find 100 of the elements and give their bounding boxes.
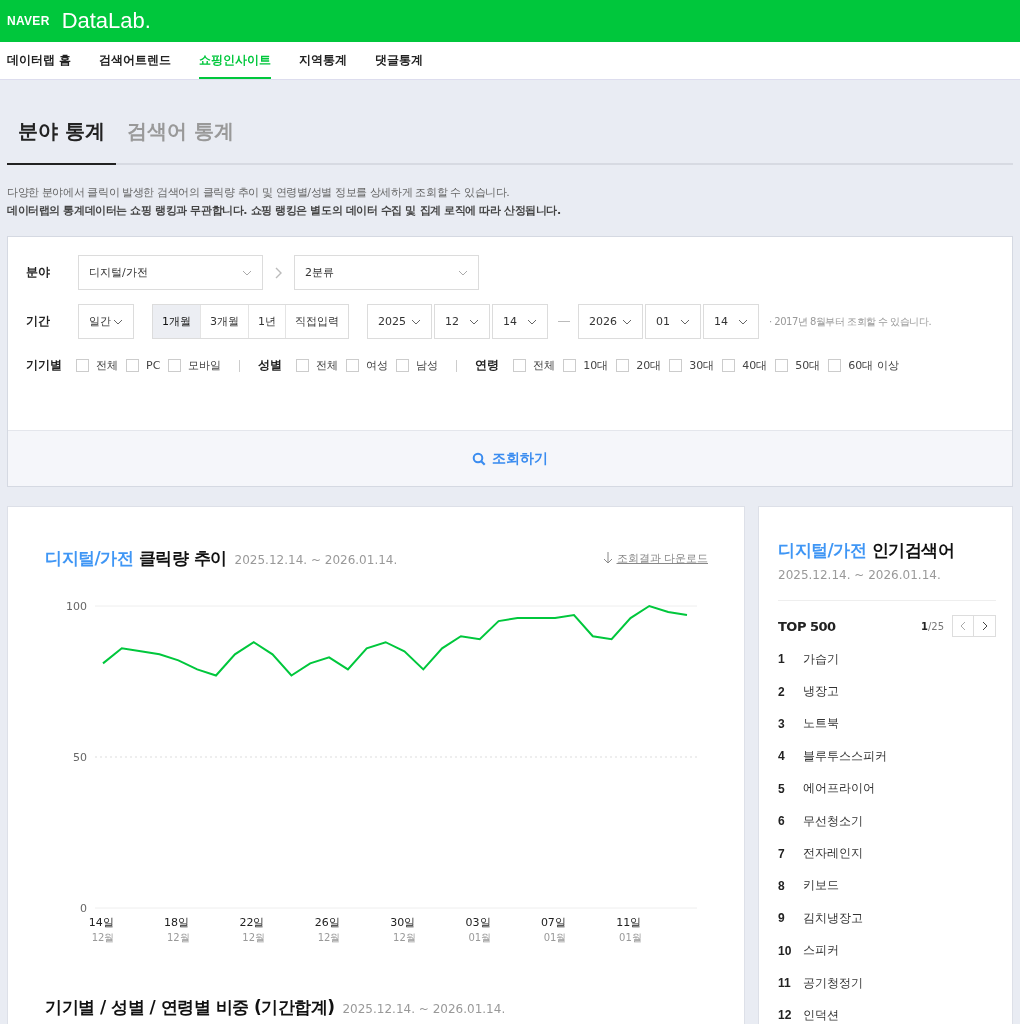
section-title: 기기별 / 성별 / 연령별 비중 (기간합계) bbox=[45, 996, 335, 1019]
checkbox[interactable] bbox=[828, 359, 842, 372]
date-select[interactable]: 2025 bbox=[367, 304, 432, 339]
field-label: 분야 bbox=[26, 264, 51, 281]
checkbox[interactable] bbox=[616, 359, 630, 372]
keyword-link[interactable]: 가습기 bbox=[803, 650, 839, 668]
category-select[interactable]: 디지털/가전 bbox=[78, 255, 263, 290]
rank-number: 12 bbox=[778, 1008, 793, 1023]
field-label: 기간 bbox=[26, 313, 51, 330]
keyword-link[interactable]: 노트북 bbox=[803, 715, 839, 733]
rank-number: 2 bbox=[778, 684, 786, 699]
keyword-link[interactable]: 전자레인지 bbox=[803, 845, 863, 863]
checkbox-label: 남성 bbox=[416, 358, 439, 373]
rank-number: 5 bbox=[778, 781, 786, 796]
list-title: 디지털/가전 인기검색어 bbox=[778, 539, 956, 562]
rank-number: 1 bbox=[778, 652, 786, 667]
checkbox-label: 전체 bbox=[316, 358, 339, 373]
chevron-right-icon bbox=[275, 266, 282, 279]
keyword-link[interactable]: 스피커 bbox=[803, 942, 839, 960]
next-button[interactable] bbox=[974, 615, 996, 637]
checkbox[interactable] bbox=[296, 359, 310, 372]
axis-tick-label: 30일 12월 bbox=[390, 916, 416, 943]
chevron-down-icon bbox=[113, 318, 123, 325]
field-label: 성별 bbox=[258, 357, 283, 374]
date-select[interactable]: 14 bbox=[703, 304, 759, 339]
range-button[interactable]: 1개월 bbox=[153, 305, 200, 338]
checkbox-label: 60대 이상 bbox=[848, 358, 899, 373]
keyword-link[interactable]: 블루투스스피커 bbox=[803, 747, 887, 765]
checkbox[interactable] bbox=[513, 359, 527, 372]
download-link[interactable]: 조회결과 다운로드 bbox=[602, 550, 708, 566]
field-label: 연령 bbox=[475, 357, 500, 374]
keyword-link[interactable]: 인덕션 bbox=[803, 1007, 839, 1024]
nav-tab[interactable]: 검색어트렌드 bbox=[99, 42, 172, 79]
keyword-link[interactable]: 김치냉장고 bbox=[803, 909, 863, 927]
rank-number: 6 bbox=[778, 814, 786, 829]
keyword-link[interactable]: 무선청소기 bbox=[803, 812, 863, 830]
notice-text: 다양한 분야에서 클릭이 발생한 검색어의 클릭량 추이 및 연령별/성별 정보를 상세하게 조회할 수 있습니다. bbox=[7, 185, 511, 201]
nav-tab[interactable]: 지역통계 bbox=[299, 42, 348, 79]
chevron-down-icon bbox=[680, 318, 690, 325]
chevron-down-icon bbox=[527, 318, 537, 325]
checkbox-label: 전체 bbox=[96, 358, 118, 373]
checkbox-label: 여성 bbox=[366, 358, 389, 373]
rank-number: 3 bbox=[778, 716, 786, 731]
chart-title: 디지털/가전 클릭량 추이 bbox=[45, 547, 227, 570]
date-range: 2025.12.14. ~ 2026.01.14. bbox=[778, 568, 996, 601]
chevron-down-icon bbox=[469, 318, 479, 325]
axis-tick-label: 14일 12월 bbox=[88, 916, 115, 943]
checkbox-label: 모바일 bbox=[188, 358, 222, 373]
axis-tick-label: 22일 12월 bbox=[239, 916, 266, 943]
notice-text: 데이터랩의 통계데이터는 쇼핑 랭킹과 무관합니다. 쇼핑 랭킹은 별도의 데이터 수집 및 집계 로직에 따라 산정됩니다. bbox=[7, 203, 562, 219]
download-icon bbox=[602, 552, 613, 564]
axis-tick-label: 50 bbox=[73, 751, 87, 764]
checkbox[interactable] bbox=[168, 359, 182, 372]
checkbox[interactable] bbox=[396, 359, 410, 372]
axis-tick-label: 100 bbox=[66, 600, 87, 613]
nav-tab[interactable]: 데이터랩 홈 bbox=[7, 42, 72, 79]
chevron-right-icon bbox=[981, 621, 988, 631]
chevron-down-icon bbox=[242, 269, 252, 276]
nav-tab[interactable]: 댓글통계 bbox=[375, 42, 424, 79]
date-select[interactable]: 14 bbox=[492, 304, 548, 339]
section-tab[interactable]: 분야 통계 bbox=[7, 112, 116, 165]
keyword-link[interactable]: 냉장고 bbox=[803, 683, 839, 701]
keyword-link[interactable]: 공기청정기 bbox=[803, 974, 863, 992]
checkbox-label: 20대 bbox=[636, 358, 662, 373]
checkbox-label: 10대 bbox=[583, 358, 609, 373]
checkbox[interactable] bbox=[669, 359, 683, 372]
checkbox[interactable] bbox=[563, 359, 577, 372]
date-select[interactable]: 01 bbox=[645, 304, 701, 339]
date-range: 2025.12.14. ~ 2026.01.14. bbox=[342, 1002, 506, 1016]
checkbox[interactable] bbox=[126, 359, 139, 372]
checkbox[interactable] bbox=[775, 359, 789, 372]
page-indicator: 1/25 bbox=[920, 620, 944, 632]
date-select[interactable]: 12 bbox=[434, 304, 490, 339]
checkbox-label: 50대 bbox=[795, 358, 821, 373]
axis-tick-label: 0 bbox=[80, 902, 87, 915]
date-select[interactable]: 2026 bbox=[578, 304, 643, 339]
keyword-link[interactable]: 키보드 bbox=[803, 877, 839, 895]
axis-tick-label: 26일 12월 bbox=[314, 916, 341, 943]
checkbox-label: PC bbox=[146, 359, 161, 372]
checkbox[interactable] bbox=[76, 359, 89, 372]
rank-number: 7 bbox=[778, 846, 786, 861]
chevron-left-icon bbox=[960, 621, 966, 631]
axis-tick-label: 07일 01월 bbox=[540, 916, 567, 943]
checkbox[interactable] bbox=[346, 359, 360, 372]
axis-tick-label: 18일 12월 bbox=[164, 916, 190, 943]
chevron-down-icon bbox=[738, 318, 748, 325]
chevron-down-icon bbox=[458, 269, 468, 276]
axis-tick-label: 11일 01월 bbox=[616, 916, 642, 943]
rank-number: 9 bbox=[778, 911, 786, 926]
rank-number: 11 bbox=[778, 976, 792, 991]
time-unit-select[interactable]: 일간 bbox=[78, 304, 134, 339]
previous-button[interactable] bbox=[952, 615, 974, 637]
search-icon bbox=[472, 451, 486, 466]
subcategory-select[interactable]: 2분류 bbox=[294, 255, 479, 290]
checkbox[interactable] bbox=[722, 359, 736, 372]
chevron-down-icon bbox=[622, 318, 632, 325]
chevron-down-icon bbox=[411, 318, 421, 325]
date-range: 2025.12.14. ~ 2026.01.14. bbox=[234, 553, 398, 567]
keyword-link[interactable]: 에어프라이어 bbox=[803, 780, 875, 798]
rank-number: 10 bbox=[778, 943, 793, 958]
